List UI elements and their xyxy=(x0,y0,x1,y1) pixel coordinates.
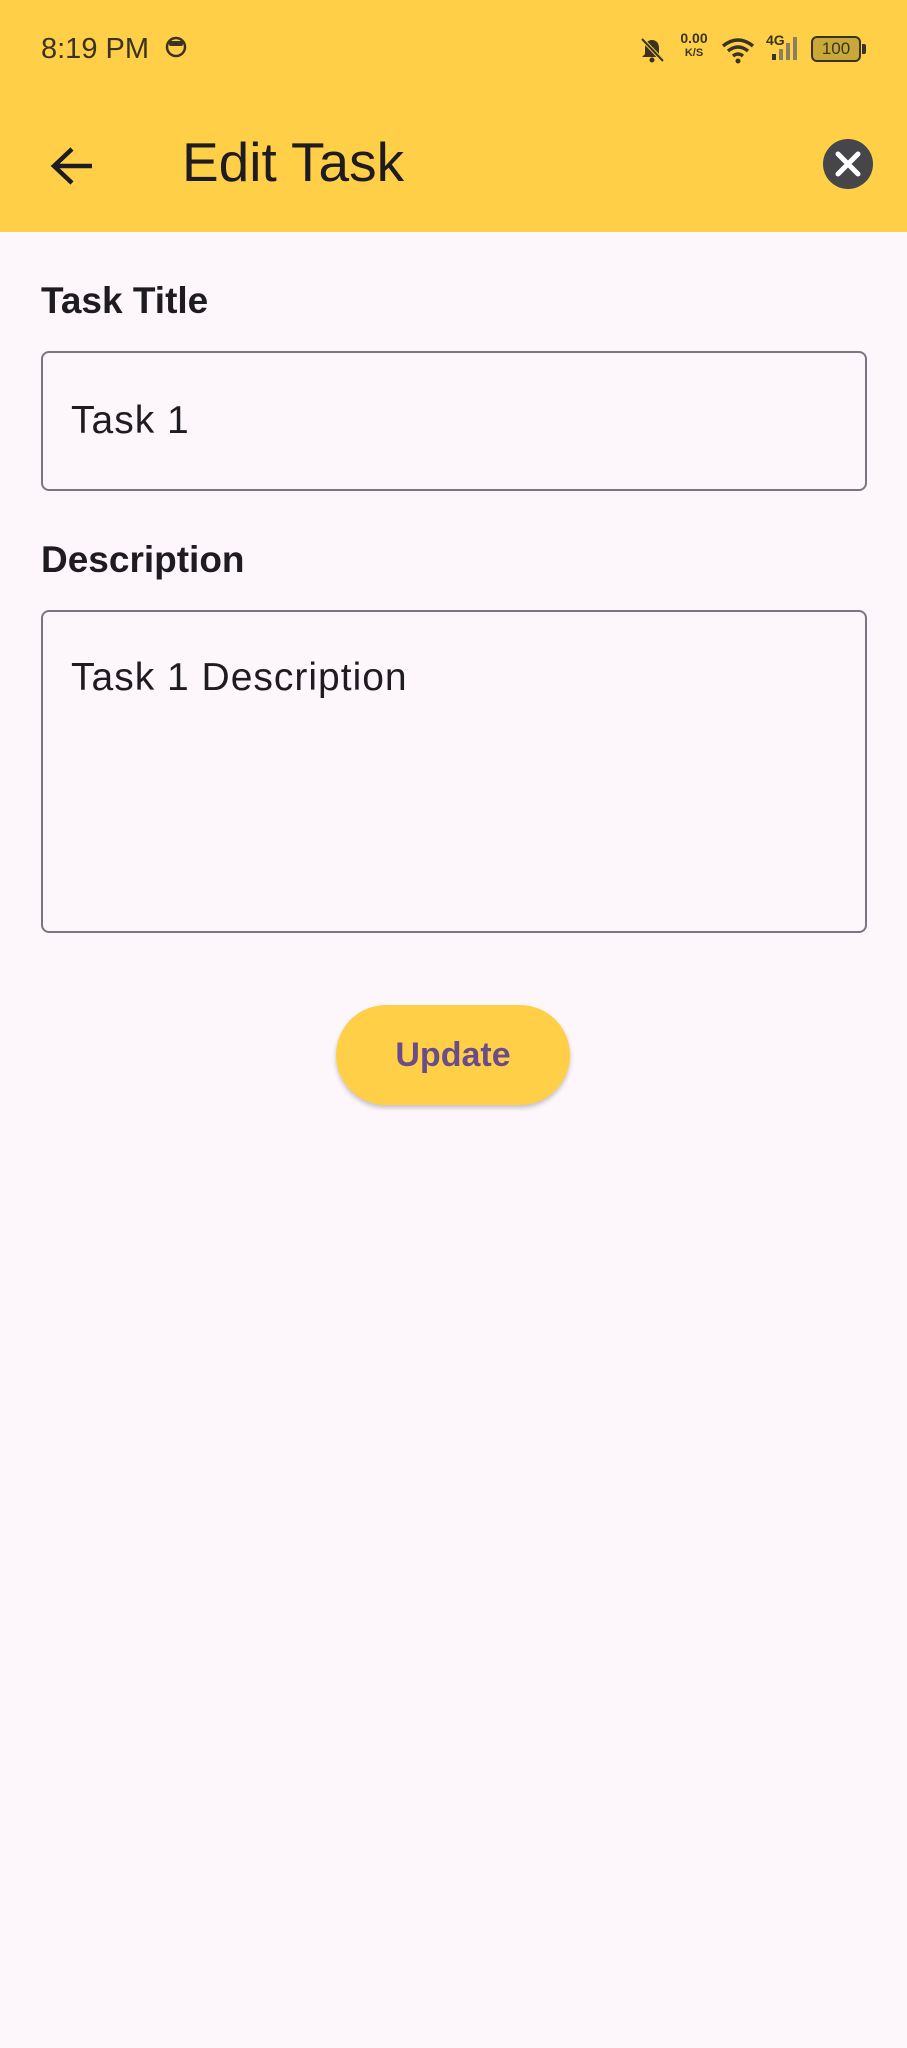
status-bar: 8:19 PM 0.00 K/S 4G 100 xyxy=(0,0,907,100)
task-title-input[interactable] xyxy=(41,351,867,491)
page-title: Edit Task xyxy=(182,131,405,193)
cellular-signal: 4G xyxy=(766,32,802,62)
task-title-label: Task Title xyxy=(41,280,209,321)
status-time: 8:19 PM xyxy=(41,33,149,65)
signal-bars-icon xyxy=(772,37,797,60)
battery-level: 100 xyxy=(821,39,851,58)
net-speed: 0.00 K/S xyxy=(676,31,712,61)
description-textarea[interactable]: Task 1 Description xyxy=(41,610,867,933)
close-circle-icon xyxy=(823,139,873,189)
face-icon xyxy=(165,36,187,58)
arrow-left-icon xyxy=(50,147,92,185)
net-speed-unit: K/S xyxy=(684,47,704,59)
wifi-icon xyxy=(721,38,755,64)
close-button[interactable] xyxy=(817,133,879,195)
update-button[interactable]: Update xyxy=(336,1005,570,1105)
back-button[interactable] xyxy=(40,134,104,198)
bell-muted-icon xyxy=(640,37,665,63)
net-speed-value: 0.00 xyxy=(680,30,708,46)
app-bar: Edit Task xyxy=(0,100,907,232)
battery-indicator: 100 xyxy=(811,36,867,62)
description-label: Description xyxy=(41,539,245,580)
